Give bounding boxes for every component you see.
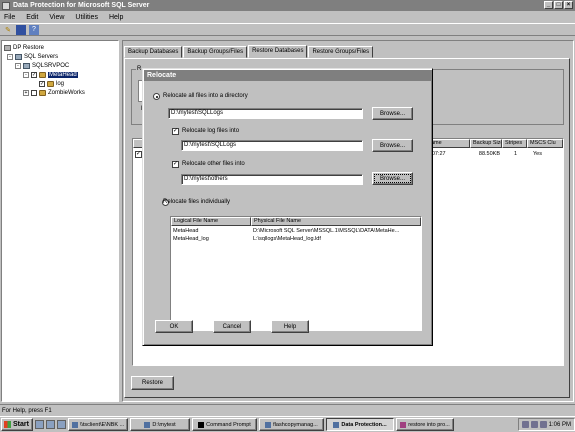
relocate-all-field[interactable]: D:\mytest\SQLLogs [168,108,363,119]
tree-item-sqlsrvpoc[interactable]: - SQLSRVPOC [4,61,116,70]
menu-edit[interactable]: Edit [26,14,38,21]
ok-button[interactable]: OK [155,320,193,333]
relocate-other-checkbox[interactable]: ✓ [172,161,179,168]
row-checkbox[interactable]: ✓ [135,151,142,158]
expand-icon[interactable]: + [23,89,29,96]
network-icon[interactable] [521,421,529,428]
folder-icon [71,421,78,428]
tab-restore-groups-files[interactable]: Restore Groups/Files [308,46,374,58]
minimize-icon[interactable]: _ [544,1,553,9]
server-icon [23,62,30,69]
status-text: For Help, press F1 [2,407,52,414]
relocate-individually-label: Relocate files individually [163,199,231,205]
col-stripes[interactable]: Stripes [502,139,527,148]
toolbar: ✎ ? [0,23,575,36]
volume-icon[interactable] [530,421,538,428]
menu-file[interactable]: File [4,14,15,21]
server-icon [15,53,22,60]
task-restore-into[interactable]: restore into pro... [396,418,454,431]
ie-icon[interactable] [46,420,55,429]
taskbar: Start \\tsclient\E\NBK ... D:\mytest Com… [0,416,575,432]
relocate-log-field[interactable]: D:\mytest\SQLLogs [181,140,363,151]
browse-log-button[interactable]: Browse... [372,139,413,152]
task-command-prompt[interactable]: Command Prompt [192,418,257,431]
dialog-title: Relocate [144,70,431,81]
task-flashcopy[interactable]: flashcopymanag... [259,418,324,431]
tree-item-metahead[interactable]: - ✓ MetaHead [4,70,116,79]
tray-app-icon[interactable] [539,421,547,428]
relocate-other-field[interactable]: D:\mytest\others [181,174,363,185]
task-tsclient[interactable]: \\tsclient\E\NBK ... [68,418,128,431]
app-icon [2,1,10,10]
help-icon[interactable]: ? [29,24,39,35]
tree-item-sql-servers[interactable]: - SQL Servers [4,52,116,61]
relocate-all-label: Relocate all files into a directory [163,93,248,99]
tab-backup-databases[interactable]: Backup Databases [124,46,183,58]
tab-backup-groups-files[interactable]: Backup Groups/Files [183,46,248,58]
row-stripes: 1 [513,151,518,157]
window-title: Data Protection for Microsoft SQL Server [13,2,150,9]
task-mytest[interactable]: D:\mytest [130,418,190,431]
help-button[interactable]: Help [271,320,309,333]
menu-view[interactable]: View [49,14,64,21]
collapse-icon[interactable]: - [7,53,13,60]
console-icon [198,421,205,428]
collapse-icon[interactable]: - [23,71,29,78]
app-icon [333,421,340,428]
tree-item-zombieworks[interactable]: + ZombieWorks [4,88,116,97]
col-name[interactable]: ame [428,139,470,148]
relocate-other-label: Relocate other files into [182,161,245,167]
browse-all-button[interactable]: Browse... [372,107,413,120]
row-mscs: Yes [533,151,542,157]
system-tray: 1:06 PM [517,418,575,431]
database-icon [39,71,46,78]
explorer-icon[interactable] [35,420,44,429]
windows-logo-icon [4,421,11,428]
collapse-icon[interactable]: - [15,62,21,69]
tab-restore-databases[interactable]: Restore Databases [248,45,308,58]
desktop-icon[interactable] [57,420,66,429]
database-icon [47,80,54,87]
menu-utilities[interactable]: Utilities [75,14,98,21]
task-data-protection[interactable]: Data Protection... [326,418,394,431]
files-list[interactable]: Logical File Name Physical File Name Met… [170,216,422,331]
up-folder-icon[interactable]: ✎ [3,25,13,35]
database-icon [39,89,46,96]
tab-strip: Backup Databases Backup Groups/Files Res… [124,45,374,58]
log-checkbox[interactable]: ✓ [39,80,45,87]
status-bar: For Help, press F1 [0,404,575,416]
title-bar: Data Protection for Microsoft SQL Server… [0,0,575,11]
relocate-all-radio[interactable] [153,93,160,100]
menu-bar: File Edit View Utilities Help [0,11,575,23]
app-icon [265,421,272,428]
col-backup-size[interactable]: Backup Size [470,139,502,148]
zombieworks-checkbox[interactable] [31,89,37,96]
browse-other-button[interactable]: Browse... [372,172,413,185]
restore-button[interactable]: Restore [131,376,174,390]
clock: 1:06 PM [548,421,571,428]
metahead-checkbox[interactable]: ✓ [31,71,37,78]
tree-item-log[interactable]: ✓ log [4,79,116,88]
book-icon[interactable] [16,24,26,35]
row-time: -07:27 [430,151,446,157]
files-list-header: Logical File Name Physical File Name [171,217,421,226]
gear-icon [4,44,11,51]
cancel-button[interactable]: Cancel [213,320,251,333]
relocate-log-checkbox[interactable]: ✓ [172,128,179,135]
start-button[interactable]: Start [1,418,33,431]
menu-help[interactable]: Help [109,14,123,21]
col-logical-name[interactable]: Logical File Name [171,217,251,226]
tree-item-dp-restore[interactable]: DP Restore [4,43,116,52]
col-physical-name[interactable]: Physical File Name [251,217,421,226]
close-icon[interactable]: × [564,1,573,9]
row-size: 88.50KB [478,151,500,157]
folder-icon [144,421,151,428]
list-item[interactable]: MetaHead_log L:\sqllogs\MetaHead_log.ldf [171,235,421,243]
list-item[interactable]: MetaHead D:\Microsoft SQL Server\MSSQL.1… [171,227,421,235]
document-icon [400,421,407,428]
col-mscs[interactable]: MSCS Clu [527,139,563,148]
relocate-log-label: Relocate log files into [182,128,240,134]
maximize-icon[interactable]: □ [554,1,563,9]
server-tree: DP Restore - SQL Servers - SQLSRVPOC - ✓… [1,40,119,402]
